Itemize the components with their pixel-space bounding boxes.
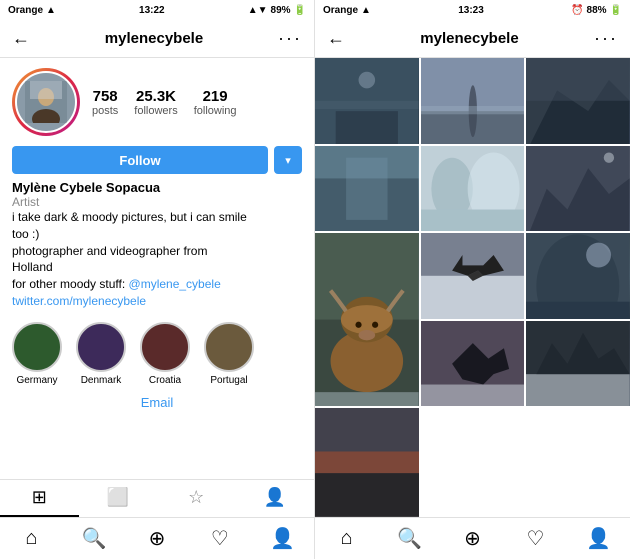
person-tag-icon: 👤 — [264, 487, 286, 508]
chevron-down-icon: ▾ — [285, 154, 291, 167]
photo-cell-4[interactable] — [315, 146, 419, 232]
photo-cell-3[interactable] — [526, 58, 630, 144]
highlight-label-germany: Germany — [16, 375, 57, 386]
battery-left: 89% — [271, 5, 291, 16]
username-right: mylenecybele — [420, 30, 518, 47]
photo-cell-1[interactable] — [315, 58, 419, 144]
grid-icon: ⊞ — [32, 487, 47, 508]
highlight-circle-portugal — [204, 322, 254, 372]
left-panel: Orange ▲ 13:22 ▲▼ 89% 🔋 ← mylenecybele ·… — [0, 0, 315, 559]
photo-grid — [315, 58, 630, 517]
carrier-right: Orange — [323, 5, 358, 16]
nav-bar-right: ← mylenecybele ··· — [315, 20, 630, 58]
likes-button-left[interactable]: ♡ — [188, 526, 251, 551]
add-button-right[interactable]: ⊕ — [441, 526, 504, 551]
add-button-left[interactable]: ⊕ — [126, 526, 189, 551]
profile-button-right[interactable]: 👤 — [567, 526, 630, 551]
photo-cell-11[interactable] — [526, 321, 630, 407]
home-button-left[interactable]: ⌂ — [0, 527, 63, 550]
likes-button-right[interactable]: ♡ — [504, 526, 567, 551]
bottom-nav-left: ⌂ 🔍 ⊕ ♡ 👤 — [0, 517, 314, 559]
right-panel: Orange ▲ 13:23 ⏰ 88% 🔋 ← mylenecybele ··… — [315, 0, 630, 559]
bottom-nav-right: ⌂ 🔍 ⊕ ♡ 👤 — [315, 517, 630, 559]
highlights-section: Germany Denmark Croatia Portugal — [0, 316, 314, 390]
followers-stat[interactable]: 25.3K followers — [134, 88, 177, 117]
bio-link-instagram[interactable]: @mylene_cybele — [129, 277, 221, 291]
status-bar-right: Orange ▲ 13:23 ⏰ 88% 🔋 — [315, 0, 630, 20]
photo-cell-12[interactable] — [315, 408, 419, 517]
more-button-right[interactable]: ··· — [594, 28, 618, 49]
location-icon: ▲▼ — [248, 5, 268, 16]
stats-row: 758 posts 25.3K followers 219 following — [92, 88, 302, 117]
tab-single[interactable]: ⬜ — [79, 480, 158, 517]
battery-right: 88% — [587, 5, 607, 16]
photo-cell-5[interactable] — [421, 146, 525, 232]
username-left: mylenecybele — [105, 30, 203, 47]
highlight-label-croatia: Croatia — [149, 375, 181, 386]
highlight-circle-denmark — [76, 322, 126, 372]
following-label: following — [194, 105, 237, 117]
more-button-left[interactable]: ··· — [278, 28, 302, 49]
highlight-label-portugal: Portugal — [210, 375, 247, 386]
posts-count: 758 — [93, 88, 118, 105]
carrier-left: Orange — [8, 5, 43, 16]
bio-link-twitter[interactable]: twitter.com/mylenecybele — [12, 294, 146, 308]
photo-cell-6[interactable] — [526, 146, 630, 232]
highlight-portugal[interactable]: Portugal — [204, 322, 254, 386]
alarm-icon: ⏰ — [571, 5, 583, 16]
profile-section: 758 posts 25.3K followers 219 following — [0, 58, 314, 142]
profile-title: Artist — [12, 195, 302, 209]
signal-icon-right: ▲ — [361, 5, 371, 16]
avatar — [15, 71, 77, 133]
follow-row: Follow ▾ — [0, 142, 314, 180]
status-bar-left: Orange ▲ 13:22 ▲▼ 89% 🔋 — [0, 0, 314, 20]
followers-label: followers — [134, 105, 177, 117]
search-button-left[interactable]: 🔍 — [63, 526, 126, 551]
single-post-icon: ⬜ — [107, 487, 129, 508]
search-button-right[interactable]: 🔍 — [378, 526, 441, 551]
photo-cell-10[interactable] — [421, 321, 525, 407]
posts-stat[interactable]: 758 posts — [92, 88, 118, 117]
following-count: 219 — [203, 88, 228, 105]
home-button-right[interactable]: ⌂ — [315, 527, 378, 550]
tab-bar: ⊞ ⬜ ☆ 👤 — [0, 479, 314, 517]
photo-cell-highland-cow[interactable] — [315, 233, 419, 406]
highlight-circle-croatia — [140, 322, 190, 372]
photo-cell-2[interactable] — [421, 58, 525, 144]
profile-button-left[interactable]: 👤 — [251, 526, 314, 551]
posts-label: posts — [92, 105, 118, 117]
bio-section: Mylène Cybele Sopacua Artist i take dark… — [0, 180, 314, 316]
follow-button[interactable]: Follow — [12, 146, 268, 174]
highlight-denmark[interactable]: Denmark — [76, 322, 126, 386]
follow-dropdown-button[interactable]: ▾ — [274, 146, 302, 174]
highlight-croatia[interactable]: Croatia — [140, 322, 190, 386]
back-button-left[interactable]: ← — [12, 28, 30, 49]
email-button[interactable]: Email — [141, 395, 174, 410]
photo-cell-8[interactable] — [421, 233, 525, 319]
avatar-wrap[interactable] — [12, 68, 80, 136]
tab-mentions[interactable]: 👤 — [236, 480, 315, 517]
battery-icon-left: 🔋 — [294, 5, 306, 16]
tab-grid[interactable]: ⊞ — [0, 480, 79, 517]
battery-icon-right: 🔋 — [610, 5, 622, 16]
nav-bar-left: ← mylenecybele ··· — [0, 20, 314, 58]
time-right: 13:23 — [458, 5, 484, 16]
highlight-germany[interactable]: Germany — [12, 322, 62, 386]
followers-count: 25.3K — [136, 88, 176, 105]
signal-icon: ▲ — [46, 5, 56, 16]
following-stat[interactable]: 219 following — [194, 88, 237, 117]
highlight-label-denmark: Denmark — [81, 375, 122, 386]
tab-tagged[interactable]: ☆ — [157, 480, 236, 517]
profile-name: Mylène Cybele Sopacua — [12, 180, 302, 195]
highlight-circle-germany — [12, 322, 62, 372]
time-left: 13:22 — [139, 5, 165, 16]
email-section: Email — [0, 390, 314, 416]
bookmark-icon: ☆ — [188, 487, 204, 508]
bio-text: i take dark & moody pictures, but i can … — [12, 209, 302, 310]
back-button-right[interactable]: ← — [327, 28, 345, 49]
photo-cell-9[interactable] — [526, 233, 630, 319]
